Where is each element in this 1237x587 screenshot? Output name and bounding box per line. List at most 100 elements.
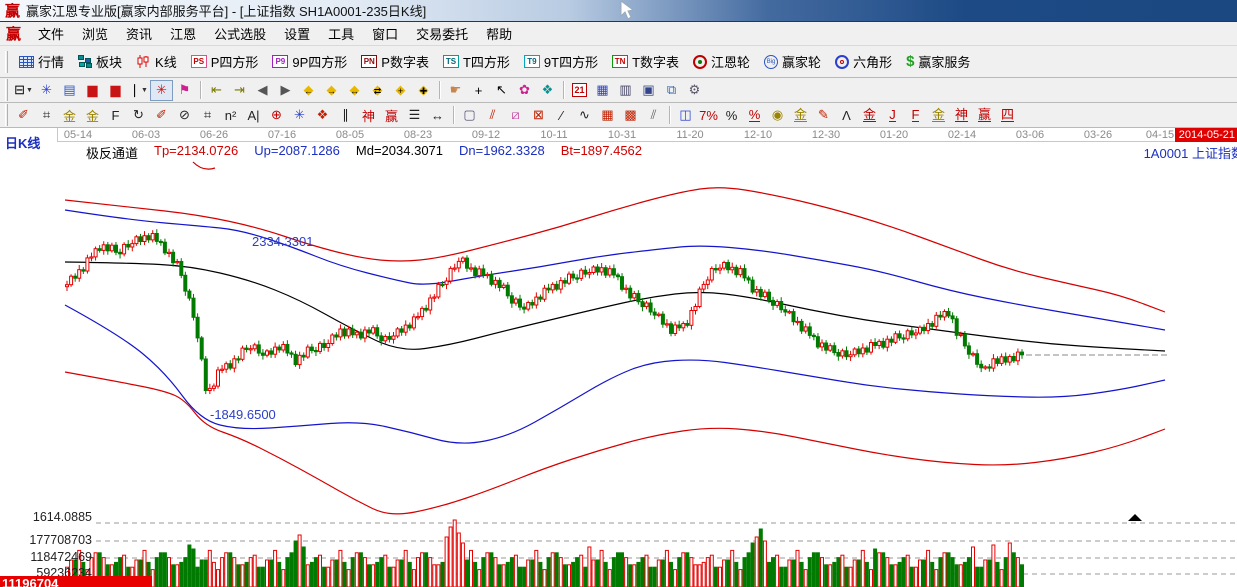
shen-icon[interactable]: 神: [357, 105, 380, 126]
toolbar-button-winner-wheel[interactable]: Big赢家轮: [757, 48, 828, 75]
fib-levels-icon[interactable]: F: [104, 105, 127, 126]
wave-icon[interactable]: ∿: [573, 105, 596, 126]
shrink-h-icon[interactable]: ◆⇄: [366, 80, 389, 101]
info-panel-icon[interactable]: ▤: [58, 80, 81, 101]
gold-ratio-icon[interactable]: 金: [58, 105, 81, 126]
brush-icon[interactable]: ✎: [812, 105, 835, 126]
boxed-web-icon[interactable]: ❖: [311, 105, 334, 126]
kline-period-icon[interactable]: ⊟▼: [12, 80, 35, 101]
seven-pct-icon[interactable]: 7%: [697, 105, 720, 126]
single-candle-icon[interactable]: ❘▼: [127, 80, 150, 101]
toolbar-button-t-square[interactable]: TST四方形: [436, 48, 517, 75]
red-grid2-icon[interactable]: ▩: [619, 105, 642, 126]
shift-right-icon[interactable]: ◆→: [320, 80, 343, 101]
mesh-box-icon[interactable]: ⊠: [527, 105, 550, 126]
caliper-icon[interactable]: Λ: [835, 105, 858, 126]
red-grid-icon[interactable]: ▦: [596, 105, 619, 126]
toolbar-button-p-square[interactable]: PSP四方形: [184, 48, 266, 75]
toolbar-separator: [453, 106, 454, 124]
menu-item-浏览[interactable]: 浏览: [73, 25, 117, 44]
mirror-a-icon[interactable]: A|: [242, 105, 265, 126]
gold-red-icon[interactable]: 金: [858, 105, 881, 126]
arc-tool-icon[interactable]: ↻: [127, 105, 150, 126]
notepad-icon[interactable]: ▥: [614, 80, 637, 101]
remote-tool-icon[interactable]: ⚙: [683, 80, 706, 101]
quote-k-icon[interactable]: ∥: [334, 105, 357, 126]
chart-panel[interactable]: 日K线 05-1406-0306-2607-1608-0508-2309-121…: [0, 128, 1237, 587]
ruler-scale-icon[interactable]: ☰: [403, 105, 426, 126]
bars-3-icon[interactable]: ▆: [81, 80, 104, 101]
next-bar-icon[interactable]: ▶: [274, 80, 297, 101]
shift-left-icon[interactable]: ◆←: [297, 80, 320, 101]
color-flag-icon[interactable]: ⚑: [173, 80, 196, 101]
menu-item-交易委托[interactable]: 交易委托: [407, 25, 477, 44]
current-date-badge: 2014-05-21: [1175, 128, 1237, 142]
j-line-icon: J: [889, 108, 896, 123]
ying-line-icon[interactable]: 赢: [973, 105, 996, 126]
comb-lines-icon[interactable]: ⌗: [35, 105, 58, 126]
toolbar-button-winner-service[interactable]: $赢家服务: [899, 48, 977, 75]
toolbar-button-p9-square[interactable]: P99P四方形: [265, 48, 354, 75]
expand-h-icon[interactable]: ◆↔: [343, 80, 366, 101]
calendar-icon[interactable]: 21: [568, 80, 591, 101]
gold-under-icon[interactable]: 金: [789, 105, 812, 126]
pink-tool-icon[interactable]: ✿: [513, 80, 536, 101]
gann-web-icon[interactable]: ✳: [35, 80, 58, 101]
network-icon[interactable]: ⧉: [660, 80, 683, 101]
last-page-icon[interactable]: ⇥: [228, 80, 251, 101]
ying-icon[interactable]: 赢: [380, 105, 403, 126]
kline-chart-canvas[interactable]: [0, 128, 1237, 587]
shrink-all-icon[interactable]: ◆✚: [412, 80, 435, 101]
knife2-tool-icon[interactable]: ✐: [150, 105, 173, 126]
prev-bar-icon[interactable]: ◀: [251, 80, 274, 101]
calculator-icon[interactable]: ▦: [591, 80, 614, 101]
knife-tool-icon[interactable]: ✐: [12, 105, 35, 126]
angle-pointer-icon[interactable]: ↖: [490, 80, 513, 101]
toolbar-button-t9-square[interactable]: T99T四方形: [517, 48, 605, 75]
toolbar-button-hexagon[interactable]: 六角形: [828, 48, 899, 75]
h-measure-icon[interactable]: ↔: [426, 105, 449, 126]
blue-web-icon[interactable]: ✳: [288, 105, 311, 126]
toolbar-button-market-grid[interactable]: 行情: [12, 48, 71, 75]
gold-line-icon[interactable]: 金: [927, 105, 950, 126]
menu-item-帮助[interactable]: 帮助: [477, 25, 521, 44]
target-cross-icon[interactable]: ⊕: [265, 105, 288, 126]
ray-fan-icon[interactable]: ⫽: [481, 105, 504, 126]
bars-9-icon[interactable]: ▆: [104, 80, 127, 101]
j-line-icon[interactable]: J: [881, 105, 904, 126]
menu-item-公式选股[interactable]: 公式选股: [205, 25, 275, 44]
toolbar-button-kline[interactable]: K线: [129, 48, 184, 75]
expand-all-icon[interactable]: ◆+: [389, 80, 412, 101]
first-page-icon[interactable]: ⇤: [205, 80, 228, 101]
n-square-icon[interactable]: n²: [219, 105, 242, 126]
cycle-circle-icon[interactable]: ⊘: [173, 105, 196, 126]
percent-icon[interactable]: %: [720, 105, 743, 126]
select-box-icon[interactable]: ▢: [458, 105, 481, 126]
parallel-icon[interactable]: ⫽: [642, 105, 665, 126]
menu-item-江恩[interactable]: 江恩: [161, 25, 205, 44]
toolbar-button-gann-wheel[interactable]: 江恩轮: [686, 48, 757, 75]
gold-ratio2-icon[interactable]: 金: [81, 105, 104, 126]
shen-line-icon[interactable]: 神: [950, 105, 973, 126]
menu-item-设置[interactable]: 设置: [275, 25, 319, 44]
fan-box-icon[interactable]: ⧄: [504, 105, 527, 126]
teal-puzzle-icon[interactable]: ❖: [536, 80, 559, 101]
toolbar-button-t-number[interactable]: TNT数字表: [605, 48, 686, 75]
save-monitor-icon[interactable]: ▣: [637, 80, 660, 101]
trend-lines-icon[interactable]: ∕: [550, 105, 573, 126]
toolbar-button-blocks[interactable]: 板块: [71, 48, 129, 75]
crosshair-icon[interactable]: +: [467, 80, 490, 101]
menu-item-资讯[interactable]: 资讯: [117, 25, 161, 44]
hand-drag-icon[interactable]: ☛: [444, 80, 467, 101]
gold-coin-icon[interactable]: ◉: [766, 105, 789, 126]
menu-item-工具[interactable]: 工具: [319, 25, 363, 44]
dense-comb-icon[interactable]: ⌗: [196, 105, 219, 126]
menu-item-窗口[interactable]: 窗口: [363, 25, 407, 44]
si-line-icon[interactable]: 四: [996, 105, 1019, 126]
stats-bars-icon[interactable]: ◫: [674, 105, 697, 126]
percent-line-icon[interactable]: %: [743, 105, 766, 126]
red-web-icon[interactable]: ✳: [150, 80, 173, 101]
menu-item-文件[interactable]: 文件: [29, 25, 73, 44]
f-line-icon[interactable]: F: [904, 105, 927, 126]
toolbar-button-p-number[interactable]: PNP数字表: [354, 48, 436, 75]
